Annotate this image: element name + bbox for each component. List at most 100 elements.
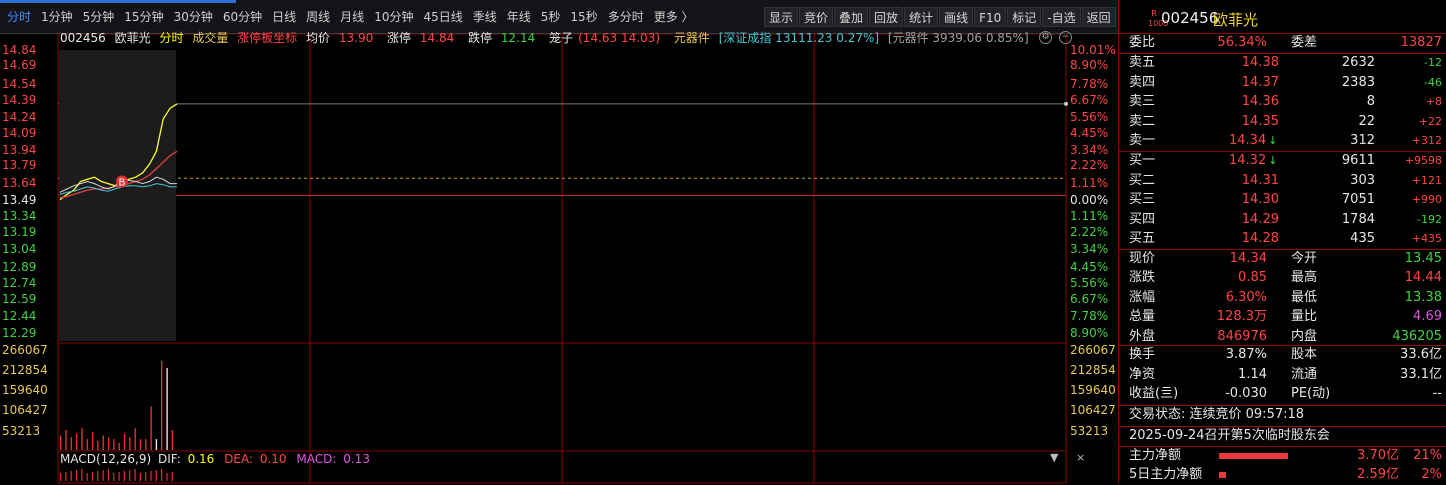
ask-price: 14.35 — [1241, 113, 1279, 129]
ask-row[interactable]: 卖一 14.34 ↓ 312 +312 — [1119, 131, 1446, 151]
auction-button[interactable]: 竞价 — [799, 7, 834, 27]
tab-period-more[interactable]: 更多 〉 — [649, 8, 699, 26]
macd-dif: DIF: 0.16 — [157, 452, 215, 466]
chart-quote-header: 002456 欧菲光 分时 成交量 涨停板坐标 均价 13.90 涨停 14.8… — [60, 30, 1034, 46]
limit-down-label: 跌停 12.14 — [468, 31, 536, 45]
macd-bar — [91, 472, 94, 481]
f10-button[interactable]: F10 — [974, 7, 1007, 27]
tab-period-intraday[interactable]: 分时 — [2, 8, 36, 26]
bid-price: 14.31 — [1241, 172, 1279, 188]
pct-tick: 6.67% — [1070, 292, 1109, 306]
tab-period-multi-intraday[interactable]: 多分时 — [603, 8, 649, 26]
price-tick: 12.29 — [2, 326, 37, 340]
tab-period-week[interactable]: 周线 — [301, 8, 335, 26]
dropdown-icon[interactable]: ▼ — [1050, 451, 1058, 464]
stat-value: 0.85 — [1238, 270, 1267, 286]
tab-period-15min[interactable]: 15分钟 — [119, 8, 168, 26]
macd-value: MACD: 0.13 — [296, 452, 370, 466]
settings-icon[interactable]: ⚙ — [1039, 31, 1052, 44]
stat-row[interactable]: 换手 3.87% 股本 33.6亿 — [1119, 345, 1446, 365]
intraday-chart[interactable]: B — [0, 34, 1118, 484]
tab-period-month[interactable]: 月线 — [335, 8, 369, 26]
stat-value: -0.030 — [1225, 386, 1267, 402]
volume-bar — [129, 437, 131, 450]
tab-period-10min[interactable]: 10分钟 — [369, 8, 418, 26]
price-tick: 13.34 — [2, 209, 37, 223]
macd-header: MACD(12,26,9) DIF: 0.16 DEA: 0.10 MACD: … — [60, 451, 376, 467]
close-icon[interactable]: × — [1076, 451, 1085, 464]
stat-row[interactable]: 收益(亖) -0.030 PE(动) -- — [1119, 384, 1446, 404]
bid-price: 14.30 — [1241, 192, 1279, 208]
volume-label[interactable]: 成交量 — [192, 31, 228, 45]
macd-bar — [113, 473, 115, 481]
tab-period-15sec[interactable]: 15秒 — [565, 8, 602, 26]
ask-row[interactable]: 卖四 14.37 2383 -46 — [1119, 73, 1446, 93]
ask-level-label: 卖五 — [1129, 55, 1156, 70]
price-tick: 12.44 — [2, 309, 37, 323]
volume-bar — [123, 433, 126, 450]
statistics-button[interactable]: 统计 — [904, 7, 939, 27]
draw-line-button[interactable]: 画线 — [939, 7, 974, 27]
stat-row[interactable]: 外盘 846976 内盘 436205 — [1119, 327, 1446, 347]
bid-volume: 1784 — [1341, 211, 1375, 227]
bid-row[interactable]: 买一 14.32 ↓ 9611 +9598 — [1119, 151, 1446, 171]
ask-volume: 2383 — [1341, 74, 1375, 90]
bid-row[interactable]: 买五 14.28 435 +435 — [1119, 229, 1446, 249]
tab-period-day[interactable]: 日线 — [267, 8, 301, 26]
bid-change: +435 — [1411, 232, 1442, 246]
ask-volume: 312 — [1350, 133, 1375, 149]
stat-value: 846976 — [1217, 328, 1267, 344]
tab-period-45day[interactable]: 45日线 — [418, 8, 467, 26]
stat-row[interactable]: 现价 14.34 今开 13.45 — [1119, 249, 1446, 269]
bid-row[interactable]: 买二 14.31 303 +121 — [1119, 171, 1446, 191]
stat-row[interactable]: 总量 128.3万 量比 4.69 — [1119, 307, 1446, 327]
capital-flow-row[interactable]: 主力净额 3.70亿 21% — [1119, 446, 1446, 466]
volume-bar — [70, 437, 72, 450]
bid-volume: 9611 — [1341, 153, 1375, 168]
stat-row[interactable]: 涨幅 6.30% 最低 13.38 — [1119, 288, 1446, 308]
remove-watchlist-button[interactable]: -自选 — [1042, 7, 1081, 27]
macd-label[interactable]: MACD(12,26,9) — [60, 452, 151, 466]
ask-row[interactable]: 卖五 14.38 2632 -12 — [1119, 53, 1446, 73]
volume-bar — [76, 433, 78, 450]
volume-bar — [65, 429, 67, 450]
sector-label[interactable]: 元器件 — [674, 31, 710, 45]
ask-level-label: 卖四 — [1129, 74, 1156, 90]
tab-period-30min[interactable]: 30分钟 — [169, 8, 218, 26]
stat-row[interactable]: 净资 1.14 流通 33.1亿 — [1119, 365, 1446, 385]
bid-row[interactable]: 买三 14.30 7051 +990 — [1119, 190, 1446, 210]
bid-change: -192 — [1417, 212, 1442, 226]
tab-period-1min[interactable]: 1分钟 — [36, 8, 78, 26]
display-button[interactable]: 显示 — [764, 7, 799, 27]
tab-period-5sec[interactable]: 5秒 — [536, 8, 566, 26]
stat-row[interactable]: 涨跌 0.85 最高 14.44 — [1119, 268, 1446, 288]
chart-area[interactable]: B — [0, 34, 1118, 484]
pct-tick: 8.90% — [1070, 326, 1109, 340]
stat-value: -- — [1432, 386, 1442, 402]
overlay-button[interactable]: 叠加 — [834, 7, 869, 27]
capital-flow-row[interactable]: 5日主力净额 2.59亿 2% — [1119, 465, 1446, 485]
pct-tick: 10.01% — [1070, 43, 1116, 57]
back-button[interactable]: 返回 — [1081, 7, 1116, 27]
chart-mode-label: 分时 — [159, 31, 184, 45]
pct-tick: 7.78% — [1070, 309, 1109, 323]
tab-period-5min[interactable]: 5分钟 — [78, 8, 120, 26]
limit-coordinate-label[interactable]: 涨停板坐标 — [237, 31, 297, 45]
tab-period-year[interactable]: 年线 — [502, 8, 536, 26]
volume-bar — [107, 437, 110, 450]
volume-bar — [118, 442, 120, 450]
mark-button[interactable]: 标记 — [1007, 7, 1042, 27]
announcement-text[interactable]: 2025-09-24召开第5次临时股东会 — [1129, 426, 1330, 446]
ask-change: -46 — [1424, 75, 1442, 89]
tab-period-quarter[interactable]: 季线 — [468, 8, 502, 26]
replay-button[interactable]: 回放 — [869, 7, 904, 27]
tab-period-60min[interactable]: 60分钟 — [218, 8, 267, 26]
stat-label: 内盘 — [1291, 328, 1318, 344]
notice-row[interactable]: 2025-09-24召开第5次临时股东会 — [1119, 426, 1446, 446]
stat-label: 最高 — [1291, 270, 1318, 286]
stat-label: 最低 — [1291, 289, 1318, 305]
bid-row[interactable]: 买四 14.29 1784 -192 — [1119, 210, 1446, 230]
ask-row[interactable]: 卖二 14.35 22 +22 — [1119, 112, 1446, 132]
volume-bar — [145, 439, 147, 450]
ask-row[interactable]: 卖三 14.36 8 +8 — [1119, 92, 1446, 112]
